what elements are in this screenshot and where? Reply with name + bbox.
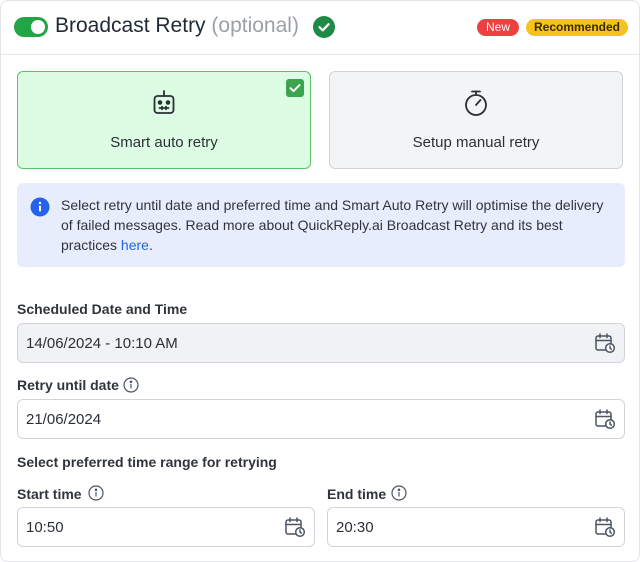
end-time-label: End time: [327, 486, 387, 502]
calendar-clock-icon[interactable]: [284, 516, 306, 538]
scheduled-date-value: 14/06/2024 - 10:10 AM: [26, 335, 178, 352]
start-time-label: Start time: [17, 486, 82, 502]
setup-manual-retry-option[interactable]: Setup manual retry: [329, 71, 623, 169]
retry-until-label: Retry until date: [17, 377, 119, 393]
info-banner: Select retry until date and preferred ti…: [17, 183, 625, 267]
help-info-icon[interactable]: [123, 377, 139, 393]
end-time-value: 20:30: [336, 519, 374, 536]
smart-auto-retry-option[interactable]: Smart auto retry: [17, 71, 311, 169]
calendar-clock-icon[interactable]: [594, 408, 616, 430]
scheduled-date-label: Scheduled Date and Time: [17, 301, 188, 317]
info-here-link[interactable]: here: [121, 237, 149, 253]
time-range-label: Select preferred time range for retrying: [17, 454, 277, 470]
start-time-value: 10:50: [26, 519, 64, 536]
calendar-clock-icon: [594, 332, 616, 354]
retry-until-date-input[interactable]: 21/06/2024: [17, 399, 625, 439]
broadcast-retry-card: Broadcast Retry (optional) New Recommend…: [0, 0, 640, 562]
card-header: Broadcast Retry (optional) New Recommend…: [1, 1, 639, 55]
new-badge: New: [477, 19, 519, 36]
card-title: Broadcast Retry (optional): [55, 14, 299, 38]
end-time-input[interactable]: 20:30: [327, 507, 625, 547]
calendar-clock-icon[interactable]: [594, 516, 616, 538]
check-circle-icon: [313, 16, 335, 38]
smart-auto-retry-label: Smart auto retry: [110, 134, 218, 151]
title-text: Broadcast Retry: [55, 14, 206, 37]
scheduled-date-field: 14/06/2024 - 10:10 AM: [17, 323, 625, 363]
recommended-badge: Recommended: [526, 19, 628, 36]
title-optional: (optional): [211, 14, 299, 37]
help-info-icon[interactable]: [391, 485, 407, 501]
retry-until-value: 21/06/2024: [26, 411, 102, 428]
setup-manual-retry-label: Setup manual retry: [412, 134, 540, 151]
start-time-input[interactable]: 10:50: [17, 507, 315, 547]
robot-icon: [149, 88, 179, 118]
info-suffix: .: [148, 237, 153, 253]
help-info-icon[interactable]: [88, 485, 104, 501]
info-text: Select retry until date and preferred ti…: [61, 195, 609, 255]
stopwatch-icon: [461, 88, 491, 118]
selected-check-icon: [286, 79, 304, 97]
retry-toggle[interactable]: [14, 17, 48, 37]
toggle-knob: [31, 20, 45, 34]
info-icon: [30, 197, 50, 217]
